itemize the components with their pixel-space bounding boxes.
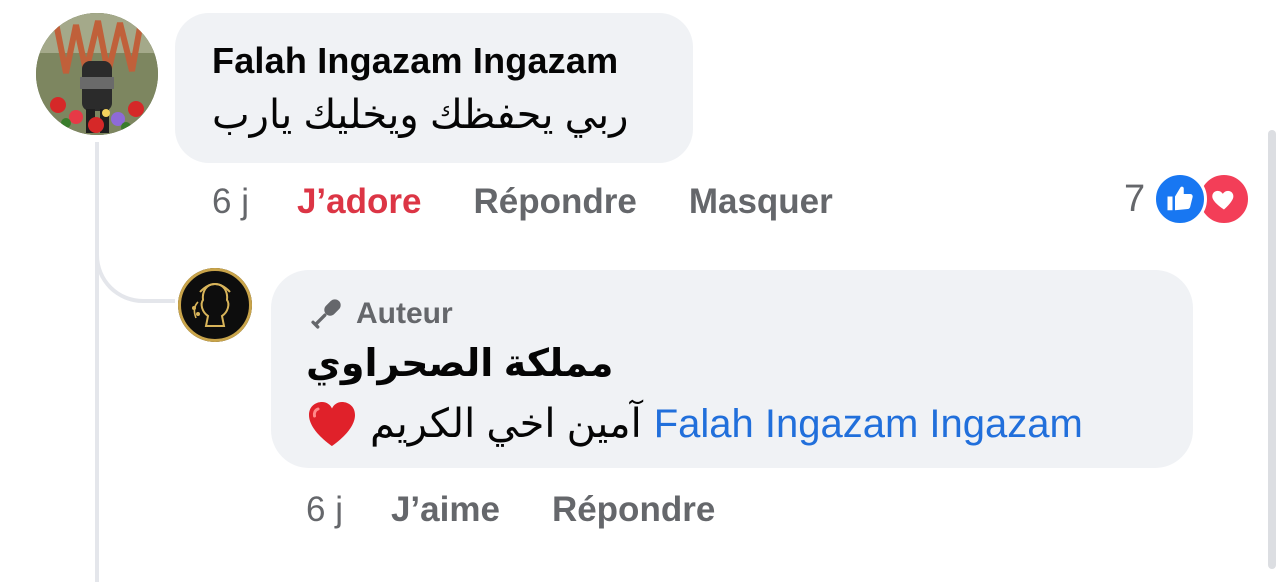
avatar-image xyxy=(179,269,251,341)
author-badge-label: Auteur xyxy=(356,297,453,330)
comment-bubble xyxy=(175,13,693,163)
mention-link[interactable]: Falah Ingazam Ingazam xyxy=(654,402,1083,447)
reply-message: آمين اخي الكريم xyxy=(370,402,642,446)
comment-text: ربي يحفظك ويخليك يارب xyxy=(212,93,629,137)
reply-timestamp[interactable]: 6 j xyxy=(306,490,343,530)
reaction-count: 7 xyxy=(1124,177,1146,220)
microphone-icon xyxy=(311,299,341,329)
red-heart-emoji xyxy=(306,400,358,448)
reply-button[interactable]: Répondre xyxy=(473,182,636,222)
like-icon xyxy=(1153,172,1208,226)
reply-author-name[interactable]: مملكة الصحراوي xyxy=(306,341,613,386)
hide-button[interactable]: Masquer xyxy=(689,182,833,222)
scrollbar[interactable] xyxy=(1268,130,1276,569)
author-badge: Auteur xyxy=(306,294,453,334)
reply-button[interactable]: Répondre xyxy=(552,490,715,530)
comment-timestamp[interactable]: 6 j xyxy=(212,182,249,222)
love-button[interactable]: J’adore xyxy=(297,182,422,222)
reply-actions: 6 j J’aime Répondre xyxy=(306,486,767,534)
avatar-image xyxy=(36,13,158,135)
reply-text: آمين اخي الكريم Falah Ingazam Ingazam xyxy=(306,396,1166,452)
like-button[interactable]: J’aime xyxy=(391,490,500,530)
reply-author-avatar[interactable] xyxy=(178,268,252,342)
comment-author-name[interactable]: Falah Ingazam Ingazam xyxy=(212,40,618,82)
comment-actions: 6 j J’adore Répondre Masquer xyxy=(212,178,885,226)
reaction-summary[interactable]: 7 xyxy=(1124,172,1252,226)
commenter-avatar[interactable] xyxy=(36,13,158,135)
thread-connector xyxy=(95,200,175,303)
